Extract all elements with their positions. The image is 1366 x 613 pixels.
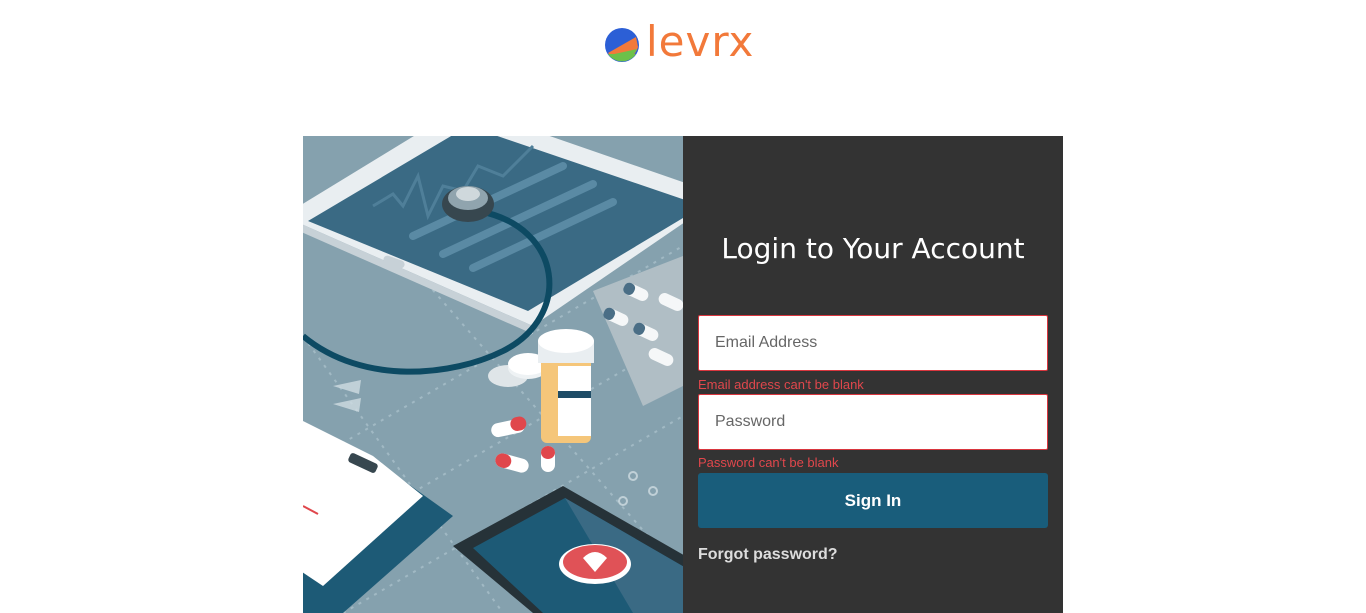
logo-mark-icon (605, 28, 639, 62)
brand-logo: levrx (604, 17, 755, 68)
password-field[interactable] (698, 394, 1048, 450)
login-card: Login to Your Account Email address can'… (303, 136, 1063, 613)
login-title: Login to Your Account (721, 232, 1025, 265)
brand-name: levrx (646, 17, 755, 66)
login-panel: Login to Your Account Email address can'… (683, 136, 1063, 613)
sign-in-button[interactable]: Sign In (698, 473, 1048, 528)
medical-illustration (303, 136, 683, 613)
email-input[interactable] (699, 316, 1047, 370)
password-input[interactable] (699, 395, 1047, 449)
pill-bottle-icon (538, 329, 594, 443)
password-error-message: Password can't be blank (698, 455, 839, 470)
email-field[interactable] (698, 315, 1048, 371)
forgot-password-link[interactable]: Forgot password? (698, 546, 838, 564)
email-error-message: Email address can't be blank (698, 377, 864, 392)
